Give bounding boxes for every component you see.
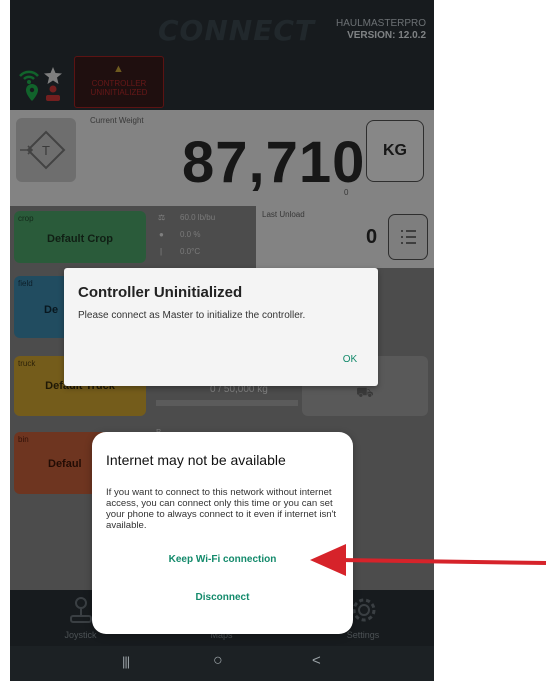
annotation-arrow <box>310 544 547 576</box>
controller-dialog: Controller Uninitialized Please connect … <box>64 268 378 386</box>
back-button[interactable]: < <box>312 652 321 669</box>
home-button[interactable]: ○ <box>213 652 223 670</box>
controller-dialog-message: Please connect as Master to initialize t… <box>78 310 306 321</box>
controller-dialog-ok-button[interactable]: OK <box>332 354 368 365</box>
system-nav-bar: ||| ○ < <box>10 646 434 681</box>
disconnect-button[interactable]: Disconnect <box>92 592 353 603</box>
recents-button[interactable]: ||| <box>122 654 130 669</box>
internet-dialog: Internet may not be available If you wan… <box>92 432 353 634</box>
controller-dialog-title: Controller Uninitialized <box>78 284 243 301</box>
internet-dialog-message: If you want to connect to this network w… <box>106 487 337 531</box>
internet-dialog-title: Internet may not be available <box>106 452 286 468</box>
